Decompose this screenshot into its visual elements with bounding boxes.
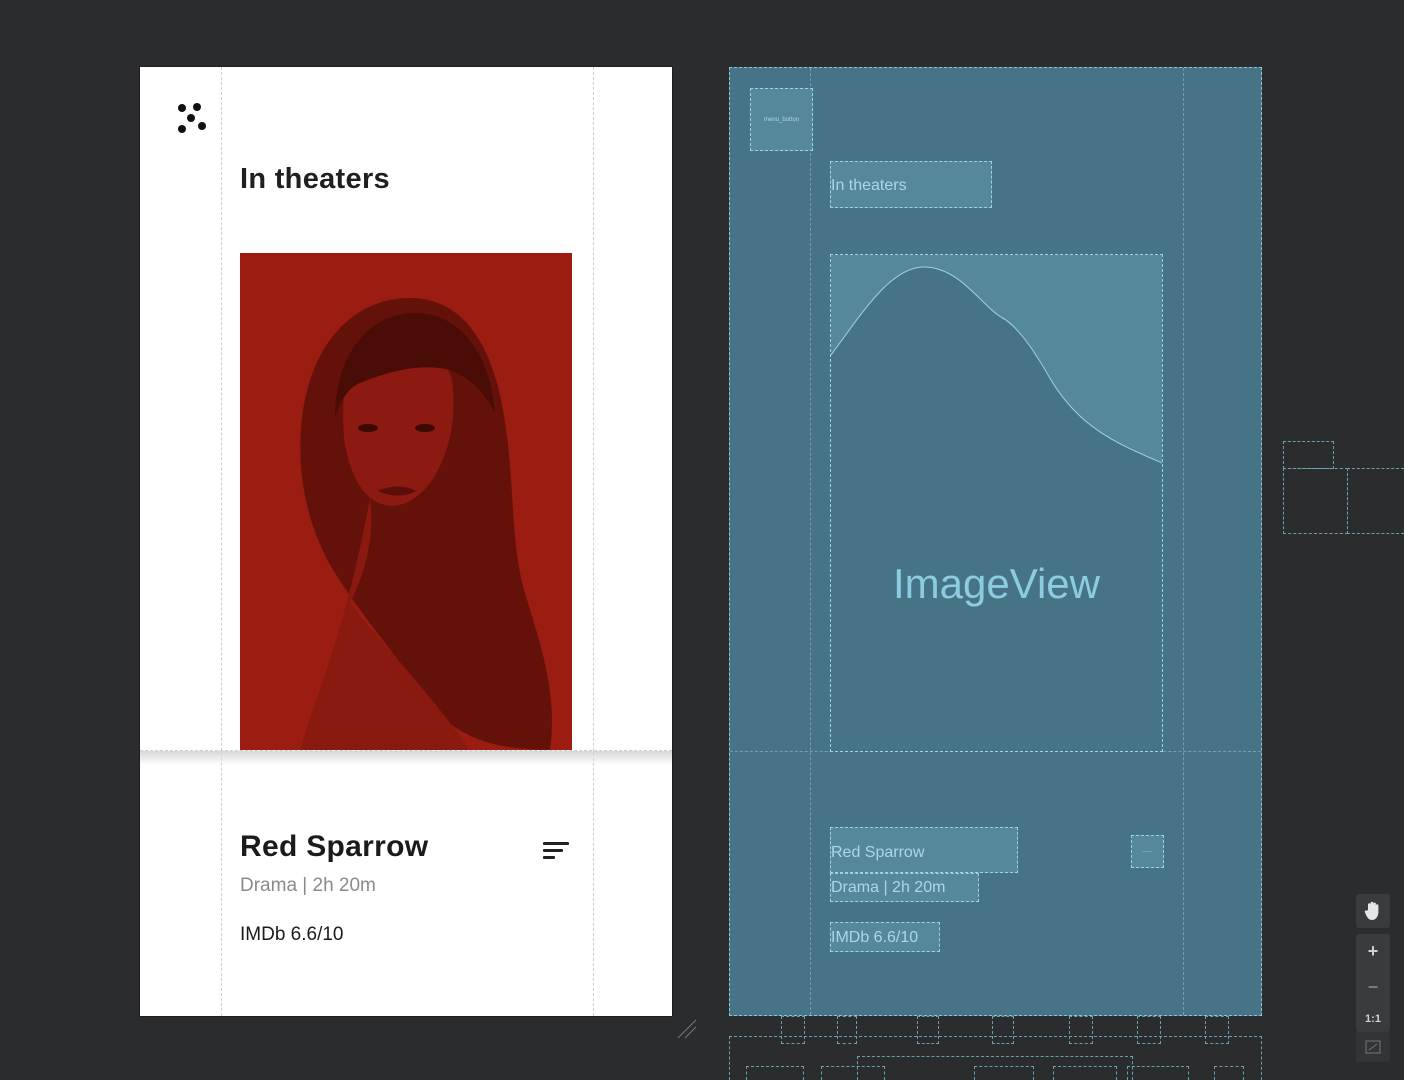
bottom-outline-node — [1205, 1016, 1229, 1044]
resize-grip-icon[interactable] — [676, 1018, 698, 1040]
bp-title-text[interactable]: In theaters — [830, 161, 992, 208]
bottom-sheet-shadow — [140, 751, 672, 765]
movie-poster-image[interactable] — [240, 253, 572, 750]
pan-hand-icon — [1364, 901, 1379, 920]
bottom-outline-node — [1137, 1016, 1161, 1044]
bottom-outline-node — [781, 1016, 805, 1044]
movie-genre-duration: Drama | 2h 20m — [240, 875, 376, 896]
side-outline-right — [1347, 468, 1404, 534]
bp-image-view[interactable]: ImageView — [830, 254, 1163, 752]
zoom-out-button[interactable]: − — [1368, 977, 1379, 998]
zoom-button-group: + − 1:1 — [1356, 934, 1390, 1032]
bp-menu-button[interactable]: menu_button — [750, 88, 813, 151]
pan-hand-button[interactable] — [1356, 894, 1390, 928]
side-outline-small — [1283, 441, 1334, 469]
bottom-outline-node — [974, 1066, 1034, 1080]
bp-guide-right — [1183, 68, 1184, 1015]
side-outline-left — [1283, 468, 1348, 534]
movie-title: Red Sparrow — [240, 830, 429, 863]
sort-icon[interactable] — [543, 842, 569, 860]
bottom-outline-node — [746, 1066, 804, 1080]
zoom-actual-size-button[interactable]: 1:1 — [1365, 1013, 1381, 1025]
bp-movie-title[interactable]: Red Sparrow — [830, 827, 1018, 873]
fit-screen-button[interactable] — [1356, 1032, 1390, 1062]
blueprint-view[interactable]: menu_button In theaters ImageView Red Sp… — [729, 67, 1262, 1016]
bp-rating[interactable]: IMDb 6.6/10 — [830, 922, 940, 952]
bp-sort-button[interactable]: ------ — [1131, 835, 1164, 868]
fit-screen-icon — [1365, 1040, 1381, 1054]
bp-guide-left — [810, 68, 811, 1015]
page-title: In theaters — [240, 163, 390, 195]
bp-movie-meta[interactable]: Drama | 2h 20m — [830, 873, 979, 902]
bp-image-label: ImageView — [892, 560, 1100, 607]
bottom-outline-node — [917, 1016, 939, 1044]
movie-rating: IMDb 6.6/10 — [240, 924, 344, 945]
design-view[interactable]: In theaters Red Sparrow Drama | 2h 20m I… — [140, 67, 672, 1016]
zoom-in-button[interactable]: + — [1368, 941, 1379, 962]
bottom-outline-node — [1214, 1066, 1244, 1080]
menu-dots-icon[interactable] — [176, 103, 208, 137]
guide-right — [593, 67, 594, 1016]
bottom-outline-node — [837, 1016, 857, 1044]
bottom-outline-node — [1069, 1016, 1093, 1044]
bottom-outline-node — [992, 1016, 1014, 1044]
bottom-outline-node — [1053, 1066, 1117, 1080]
portrait-silhouette — [240, 253, 572, 750]
bottom-outline-node — [1127, 1066, 1189, 1080]
guide-left — [221, 67, 222, 1016]
bp-image-outline — [831, 255, 1162, 464]
